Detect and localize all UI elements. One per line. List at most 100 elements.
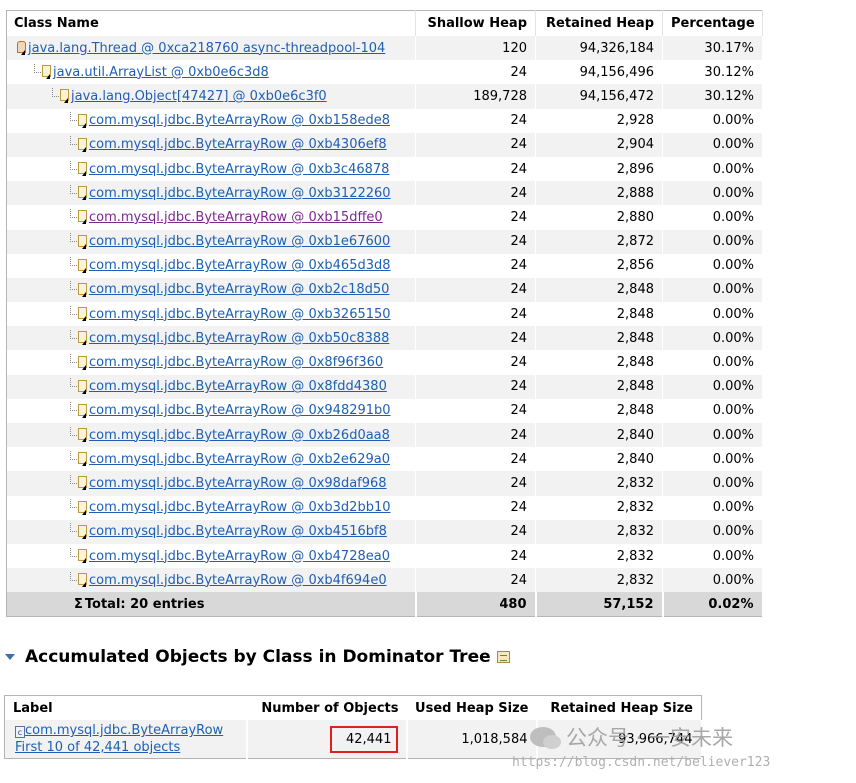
tree-connector bbox=[70, 523, 77, 533]
tree-row[interactable]: com.mysql.jdbc.ByteArrayRow @ 0xb50c8388… bbox=[6, 326, 763, 351]
object-link[interactable]: com.mysql.jdbc.ByteArrayRow @ 0xb4306ef8 bbox=[89, 137, 387, 152]
class-name-cell: com.mysql.jdbc.ByteArrayRow @ 0x8f96f360 bbox=[6, 350, 416, 375]
tree-row[interactable]: com.mysql.jdbc.ByteArrayRow @ 0xb3122260… bbox=[6, 181, 763, 206]
tree-row[interactable]: com.mysql.jdbc.ByteArrayRow @ 0xb4516bf8… bbox=[6, 519, 763, 544]
tree-connector bbox=[70, 354, 77, 364]
tree-connector bbox=[70, 160, 77, 170]
tree-row[interactable]: java.util.ArrayList @ 0xb0e6c3d8 24 94,156… bbox=[6, 60, 763, 85]
triangle-down-icon[interactable] bbox=[5, 654, 15, 660]
object-link[interactable]: com.mysql.jdbc.ByteArrayRow @ 0xb3265150 bbox=[89, 307, 391, 322]
object-link[interactable]: com.mysql.jdbc.ByteArrayRow @ 0xb1e67600 bbox=[89, 234, 390, 249]
section-heading: Accumulated Objects by Class in Dominato… bbox=[5, 647, 510, 667]
shallow-heap-cell: 24 bbox=[415, 374, 536, 399]
tree-row[interactable]: java.lang.Thread @ 0xca218760 async-thre… bbox=[6, 36, 763, 61]
object-link[interactable]: com.mysql.jdbc.ByteArrayRow @ 0xb50c8388 bbox=[89, 331, 389, 346]
tree-row[interactable]: com.mysql.jdbc.ByteArrayRow @ 0xb1e67600… bbox=[6, 229, 763, 254]
percentage-cell: 0.00% bbox=[662, 302, 763, 327]
tree-row[interactable]: com.mysql.jdbc.ByteArrayRow @ 0xb15dffe0… bbox=[6, 205, 763, 230]
watermark: 公众号 · 一安未来 bbox=[530, 722, 733, 752]
percentage-cell: 0.00% bbox=[662, 398, 763, 423]
object-link[interactable]: com.mysql.jdbc.ByteArrayRow @ 0xb4f694e0 bbox=[89, 573, 387, 588]
object-icon bbox=[41, 65, 52, 80]
object-link[interactable]: com.mysql.jdbc.ByteArrayRow @ 0xb3c46878 bbox=[89, 162, 389, 177]
tree-connector bbox=[70, 378, 77, 388]
class-name-cell: com.mysql.jdbc.ByteArrayRow @ 0xb26d0aa8 bbox=[6, 423, 416, 448]
object-link[interactable]: java.lang.Thread @ 0xca218760 async-thre… bbox=[28, 41, 385, 56]
column-header-percentage[interactable]: Percentage bbox=[662, 10, 763, 36]
tree-row[interactable]: com.mysql.jdbc.ByteArrayRow @ 0xb3c46878… bbox=[6, 156, 763, 182]
object-link[interactable]: com.mysql.jdbc.ByteArrayRow @ 0xb3122260 bbox=[89, 186, 391, 201]
object-link[interactable]: com.mysql.jdbc.ByteArrayRow @ 0xb3d2bb10 bbox=[89, 500, 391, 515]
object-icon bbox=[77, 573, 88, 588]
column-header-retained-heap-size[interactable]: Retained Heap Size bbox=[536, 695, 702, 720]
shallow-heap-cell: 24 bbox=[415, 519, 536, 544]
first-objects-link[interactable]: First 10 of 42,441 objects bbox=[15, 740, 180, 755]
tree-row[interactable]: com.mysql.jdbc.ByteArrayRow @ 0xb4728ea0… bbox=[6, 543, 763, 569]
tree-row[interactable]: com.mysql.jdbc.ByteArrayRow @ 0x8f96f360… bbox=[6, 350, 763, 375]
tree-row[interactable]: com.mysql.jdbc.ByteArrayRow @ 0x948291b0… bbox=[6, 398, 763, 423]
tree-connector bbox=[70, 112, 77, 122]
object-icon bbox=[77, 331, 88, 346]
tree-row[interactable]: com.mysql.jdbc.ByteArrayRow @ 0xb2e629a0… bbox=[6, 447, 763, 472]
class-name-cell: com.mysql.jdbc.ByteArrayRow @ 0xb2c18d50 bbox=[6, 277, 416, 303]
class-name-cell: com.mysql.jdbc.ByteArrayRow @ 0xb465d3d8 bbox=[6, 253, 416, 278]
tree-row[interactable]: com.mysql.jdbc.ByteArrayRow @ 0xb3265150… bbox=[6, 302, 763, 327]
object-link[interactable]: com.mysql.jdbc.ByteArrayRow @ 0xb15dffe0 bbox=[89, 210, 383, 225]
tree-connector bbox=[70, 257, 77, 267]
tree-row[interactable]: com.mysql.jdbc.ByteArrayRow @ 0xb26d0aa8… bbox=[6, 423, 763, 448]
retained-heap-cell: 2,832 bbox=[535, 543, 663, 569]
csv-export-icon[interactable] bbox=[496, 651, 510, 663]
percentage-cell: 0.00% bbox=[662, 326, 763, 351]
object-icon bbox=[77, 355, 88, 370]
shallow-heap-cell: 189,728 bbox=[415, 84, 536, 109]
retained-heap-cell: 2,928 bbox=[535, 108, 663, 133]
retained-heap-cell: 94,156,496 bbox=[535, 60, 663, 85]
column-header-label[interactable]: Label bbox=[4, 695, 247, 720]
column-header-class-name[interactable]: Class Name bbox=[6, 10, 416, 36]
total-shallow: 480 bbox=[415, 592, 537, 617]
object-link[interactable]: java.lang.Object[47427] @ 0xb0e6c3f0 bbox=[71, 89, 327, 104]
object-link[interactable]: com.mysql.jdbc.ByteArrayRow @ 0xb465d3d8 bbox=[89, 258, 391, 273]
tree-row[interactable]: com.mysql.jdbc.ByteArrayRow @ 0xb3d2bb10… bbox=[6, 495, 763, 520]
tree-row[interactable]: com.mysql.jdbc.ByteArrayRow @ 0x98daf968… bbox=[6, 471, 763, 496]
object-icon bbox=[77, 113, 88, 128]
column-header-number-of-objects[interactable]: Number of Objects bbox=[246, 695, 407, 720]
thread-icon bbox=[16, 41, 27, 56]
tree-row[interactable]: java.lang.Object[47427] @ 0xb0e6c3f0 189,… bbox=[6, 84, 763, 109]
object-link[interactable]: com.mysql.jdbc.ByteArrayRow @ 0x8fdd4380 bbox=[89, 379, 387, 394]
tree-row[interactable]: com.mysql.jdbc.ByteArrayRow @ 0xb2c18d50… bbox=[6, 277, 763, 303]
url-watermark: https://blog.csdn.net/believer123 bbox=[512, 755, 771, 770]
object-link[interactable]: com.mysql.jdbc.ByteArrayRow @ 0xb26d0aa8 bbox=[89, 428, 390, 443]
percentage-cell: 0.00% bbox=[662, 229, 763, 254]
tree-row[interactable]: com.mysql.jdbc.ByteArrayRow @ 0xb158ede8… bbox=[6, 108, 763, 133]
column-header-retained-heap[interactable]: Retained Heap bbox=[535, 10, 663, 36]
tree-connector bbox=[70, 329, 77, 339]
shallow-heap-cell: 24 bbox=[415, 156, 536, 182]
object-link[interactable]: com.mysql.jdbc.ByteArrayRow @ 0xb4728ea0 bbox=[89, 549, 390, 564]
object-link[interactable]: com.mysql.jdbc.ByteArrayRow @ 0x98daf968 bbox=[89, 476, 387, 491]
retained-heap-cell: 2,904 bbox=[535, 132, 663, 157]
percentage-cell: 0.00% bbox=[662, 519, 763, 544]
shallow-heap-cell: 24 bbox=[415, 423, 536, 448]
column-header-shallow-heap[interactable]: Shallow Heap bbox=[415, 10, 536, 36]
percentage-cell: 0.00% bbox=[662, 205, 763, 230]
object-link[interactable]: com.mysql.jdbc.ByteArrayRow @ 0xb2c18d50 bbox=[89, 282, 389, 297]
class-name-link[interactable]: com.mysql.jdbc.ByteArrayRow bbox=[25, 723, 223, 738]
object-link[interactable]: com.mysql.jdbc.ByteArrayRow @ 0xb2e629a0 bbox=[89, 452, 390, 467]
tree-row[interactable]: com.mysql.jdbc.ByteArrayRow @ 0xb465d3d8… bbox=[6, 253, 763, 278]
object-link[interactable]: com.mysql.jdbc.ByteArrayRow @ 0xb158ede8 bbox=[89, 113, 390, 128]
object-link[interactable]: com.mysql.jdbc.ByteArrayRow @ 0xb4516bf8 bbox=[89, 524, 387, 539]
column-header-used-heap-size[interactable]: Used Heap Size bbox=[406, 695, 537, 720]
object-link[interactable]: com.mysql.jdbc.ByteArrayRow @ 0x948291b0 bbox=[89, 403, 391, 418]
tree-row[interactable]: com.mysql.jdbc.ByteArrayRow @ 0xb4f694e0… bbox=[6, 568, 763, 593]
tree-connector bbox=[52, 87, 59, 97]
object-count-highlight: 42,441 bbox=[330, 725, 398, 753]
tree-row[interactable]: com.mysql.jdbc.ByteArrayRow @ 0xb4306ef8… bbox=[6, 132, 763, 157]
tree-connector bbox=[70, 571, 77, 581]
object-link[interactable]: java.util.ArrayList @ 0xb0e6c3d8 bbox=[53, 65, 269, 80]
tree-row[interactable]: com.mysql.jdbc.ByteArrayRow @ 0x8fdd4380… bbox=[6, 374, 763, 399]
object-count-cell: 42,441 bbox=[246, 720, 408, 759]
object-link[interactable]: com.mysql.jdbc.ByteArrayRow @ 0x8f96f360 bbox=[89, 355, 383, 370]
shallow-heap-cell: 24 bbox=[415, 398, 536, 423]
percentage-cell: 0.00% bbox=[662, 253, 763, 278]
